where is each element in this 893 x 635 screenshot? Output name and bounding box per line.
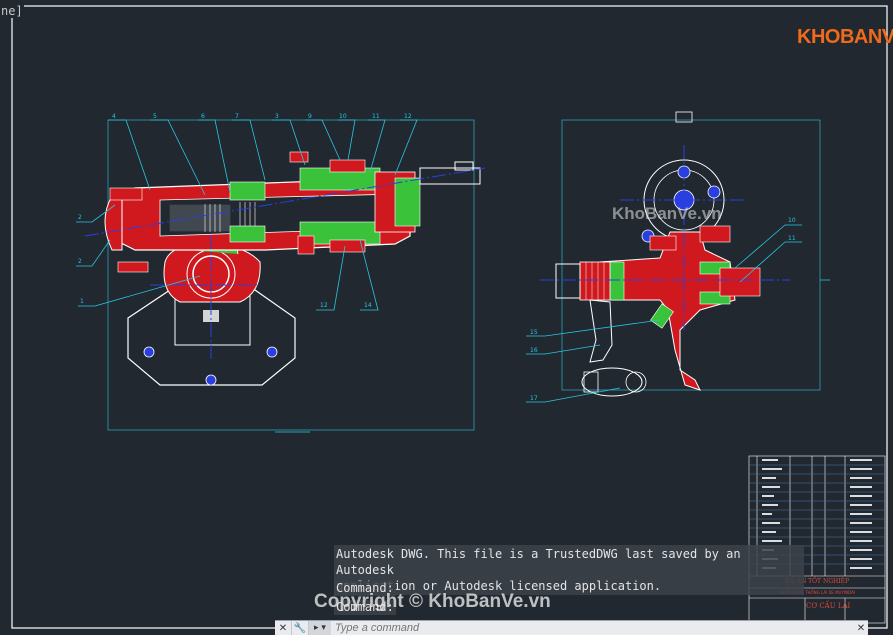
command-line-bar: ✕ 🔧 ▸ ▾ ✕ [275, 620, 868, 635]
command-history-message: Autodesk DWG. This file is a TrustedDWG … [334, 545, 804, 595]
command-input[interactable] [331, 621, 854, 635]
svg-text:9: 9 [308, 113, 312, 120]
svg-text:5: 5 [153, 113, 157, 120]
svg-text:3: 3 [275, 113, 279, 120]
svg-text:11: 11 [788, 235, 796, 242]
window-title-fragment: ne] [0, 4, 24, 18]
khobanve-logo: KHOBANVE [797, 12, 893, 52]
svg-text:12: 12 [404, 113, 412, 120]
chevron-icon[interactable]: ▸ ▾ [309, 621, 331, 635]
center-watermark: KhoBanVe.vn [612, 204, 722, 223]
svg-text:14: 14 [364, 302, 372, 309]
svg-text:17: 17 [530, 395, 538, 402]
left-view-gearbox: 4 5 6 7 3 9 10 11 12 2 2 1 12 14 [76, 113, 486, 433]
command-message-line1: Autodesk DWG. This file is a TrustedDWG … [336, 547, 741, 577]
svg-text:1: 1 [80, 298, 84, 305]
svg-text:6: 6 [201, 113, 205, 120]
svg-text:2: 2 [78, 258, 82, 265]
svg-text:12: 12 [320, 302, 328, 309]
copyright-watermark: Copyright © KhoBanVe.vn [314, 591, 551, 612]
title-block-grid [748, 455, 886, 624]
close-icon[interactable]: ✕ [854, 623, 868, 634]
svg-text:10: 10 [339, 113, 347, 120]
drawing-viewport[interactable]: 4 5 6 7 3 9 10 11 12 2 2 1 12 14 10 11 15 16 1… [0, 0, 893, 634]
svg-text:4: 4 [112, 113, 116, 120]
close-icon[interactable]: ✕ [275, 621, 292, 635]
svg-text:15: 15 [530, 329, 538, 336]
right-view-linkage: 10 11 15 16 17 [526, 111, 830, 403]
svg-text:7: 7 [235, 113, 239, 120]
svg-text:10: 10 [788, 217, 796, 224]
wrench-icon[interactable]: 🔧 [292, 621, 309, 635]
svg-text:2: 2 [78, 214, 82, 221]
sheet-frame [11, 5, 888, 629]
svg-text:16: 16 [530, 347, 538, 354]
svg-text:11: 11 [372, 113, 380, 120]
cad-drawing: 4 5 6 7 3 9 10 11 12 2 2 1 12 14 1011 151617 [11, 5, 888, 629]
logo-text-2: BANVE [839, 26, 893, 48]
logo-text-1: KHO [797, 26, 840, 48]
title-block-drawing-name: CƠ CẤU LÁI [806, 602, 851, 610]
